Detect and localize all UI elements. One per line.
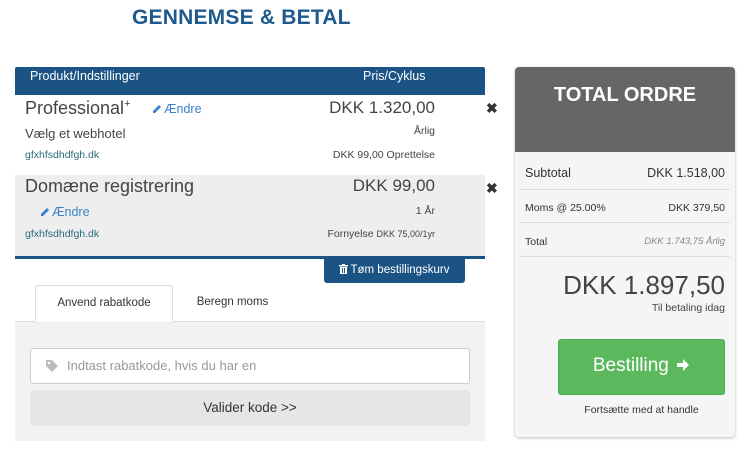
edit-link[interactable]: Ændre [152, 102, 202, 116]
header-price: Pris/Cyklus [363, 69, 426, 83]
divider [520, 189, 730, 190]
continue-shopping-link[interactable]: Fortsætte med at handle [558, 404, 725, 416]
item-price: DKK 99,00 [352, 176, 435, 195]
cart-item-domain: Domæne registrering Ændre gfxhfsdhdfgh.d… [15, 175, 485, 256]
tab-panel: Indtast rabatkode, hvis du har en Valide… [15, 321, 485, 441]
item-subtitle: Vælg et webhotel [25, 126, 126, 141]
tab-promo-code[interactable]: Anvend rabatkode [35, 285, 173, 322]
pencil-icon [153, 105, 161, 113]
promo-code-input[interactable]: Indtast rabatkode, hvis du har en [30, 348, 470, 384]
item-domain: gfxhfsdhdfgh.dk [25, 228, 100, 240]
checkout-button[interactable]: Bestilling [558, 339, 725, 395]
tab-calculate-tax[interactable]: Beregn moms [180, 285, 285, 322]
item-domain: gfxhfsdhdfgh.dk [25, 149, 100, 161]
trash-icon [339, 264, 349, 274]
subtotal-value: DKK 1.518,00 [647, 166, 725, 180]
subtotal-label: Subtotal [525, 166, 571, 180]
remove-item-button[interactable]: ✖ [486, 180, 498, 197]
item-name: Professional+ [25, 98, 131, 118]
cart-header: Produkt/Indstillinger Pris/Cyklus [15, 67, 485, 95]
remove-item-button[interactable]: ✖ [486, 100, 498, 117]
total-value: DKK 1.743,75 Årlig [644, 236, 725, 247]
header-product: Produkt/Indstillinger [30, 69, 140, 83]
edit-link[interactable]: Ændre [40, 205, 90, 219]
divider [520, 256, 730, 257]
item-cycle: Årlig [413, 125, 435, 137]
total-note: Til betaling idag [651, 302, 725, 314]
item-name: Domæne registrering [25, 176, 195, 196]
total-label: Total [525, 236, 548, 248]
promo-tabs: Anvend rabatkode Beregn moms Indtast rab… [15, 285, 485, 441]
cart-item-professional: Professional+ Ændre Vælg et webhotel gfx… [15, 95, 485, 175]
tax-value: DKK 379,50 [668, 202, 725, 214]
total-amount: DKK 1.897,50 [563, 270, 725, 300]
validate-code-button[interactable]: Valider kode >> [30, 390, 470, 426]
tag-icon [46, 360, 58, 372]
order-summary: TOTAL ORDRE Subtotal DKK 1.518,00 Moms @… [515, 67, 735, 437]
empty-cart-button[interactable]: Tøm bestillingskurv [324, 259, 465, 283]
summary-title: TOTAL ORDRE [515, 67, 735, 152]
promo-placeholder: Indtast rabatkode, hvis du har en [67, 358, 257, 373]
item-setup-fee: DKK 99,00 Oprettelse [332, 149, 435, 161]
page-title: GENNEMSE & BETAL [132, 6, 351, 29]
cart-table: Produkt/Indstillinger Pris/Cyklus Profes… [15, 67, 485, 256]
item-cycle: 1 År [415, 205, 435, 217]
item-renewal: Fornyelse DKK 75,00/1yr [327, 228, 435, 240]
tax-label: Moms @ 25.00% [525, 202, 606, 214]
pencil-icon [41, 208, 49, 216]
divider [520, 222, 730, 223]
item-price: DKK 1.320,00 [329, 98, 435, 117]
arrow-right-icon [677, 359, 690, 371]
